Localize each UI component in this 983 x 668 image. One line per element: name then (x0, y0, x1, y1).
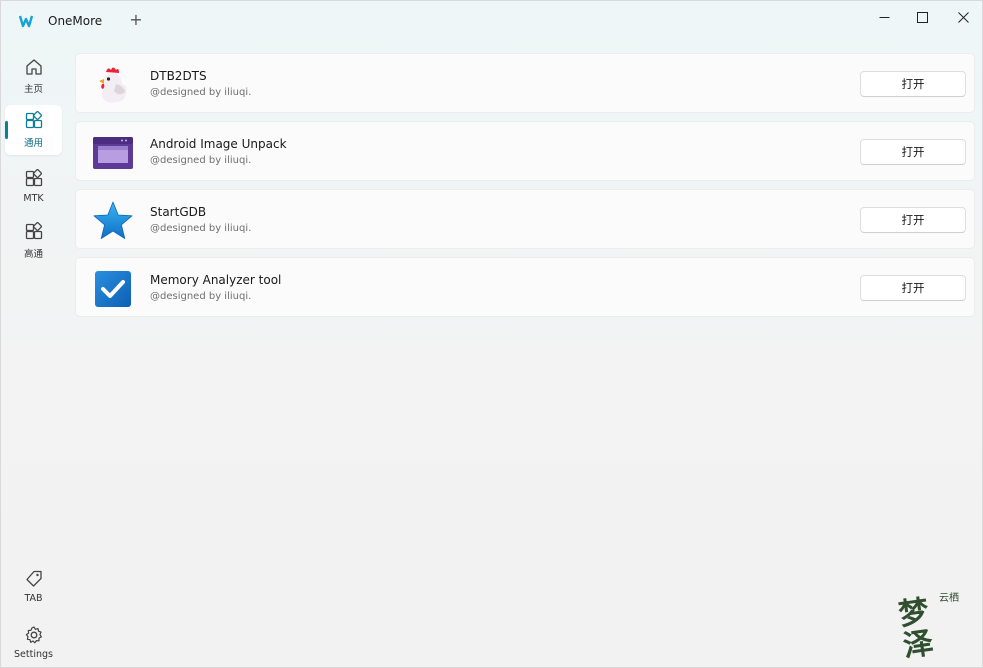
plus-icon: + (129, 10, 143, 29)
watermark-small-text: 云栖 (939, 593, 959, 604)
sidebar-item-label: TAB (24, 592, 43, 604)
title-bar: OneMore + (1, 1, 982, 41)
sidebar-item-qualcomm[interactable]: 高通 (5, 216, 62, 266)
minimize-icon (879, 16, 889, 18)
open-button[interactable]: 打开 (860, 207, 966, 233)
sidebar-item-settings[interactable]: Settings (5, 617, 62, 667)
app-title: OneMore (48, 14, 103, 28)
gear-icon (25, 625, 42, 643)
list-item: Memory Analyzer tool @designed by iliuqi… (75, 257, 975, 317)
app-window: OneMore + 主页 通用 MTK 高通 TAB Settings DTB2… (0, 0, 983, 668)
sidebar-item-label: Settings (14, 648, 53, 660)
sidebar-item-tab[interactable]: TAB (5, 561, 62, 611)
watermark-logo: 云栖 梦泽 (897, 587, 977, 664)
list-item: DTB2DTS @designed by iliuqi. 打开 (75, 53, 975, 113)
apps-icon (25, 168, 42, 186)
open-button[interactable]: 打开 (860, 275, 966, 301)
close-icon (957, 11, 969, 23)
tool-name: StartGDB (150, 205, 207, 219)
app-logo-icon (19, 15, 33, 28)
tool-name: Memory Analyzer tool (150, 273, 282, 287)
sidebar-item-general[interactable]: 通用 (5, 105, 62, 155)
sidebar: 主页 通用 MTK 高通 TAB Settings (1, 41, 67, 667)
list-item: Android Image Unpack @designed by iliuqi… (75, 121, 975, 181)
sidebar-item-mtk[interactable]: MTK (5, 161, 62, 211)
tool-name: DTB2DTS (150, 69, 207, 83)
tool-name: Android Image Unpack (150, 137, 287, 151)
checkbox-icon (95, 271, 131, 307)
new-tab-button[interactable]: + (127, 11, 145, 29)
chicken-icon (99, 67, 127, 103)
window-icon (93, 137, 133, 169)
maximize-icon (916, 11, 928, 23)
list-item: StartGDB @designed by iliuqi. 打开 (75, 189, 975, 249)
sidebar-item-label: 主页 (23, 84, 43, 95)
close-button[interactable] (941, 1, 983, 33)
sidebar-item-label: 通用 (23, 138, 43, 149)
tool-author: @designed by iliuqi. (150, 291, 252, 302)
apps-icon (25, 222, 42, 240)
sidebar-item-label: MTK (23, 192, 44, 204)
tag-icon (25, 570, 42, 587)
open-button[interactable]: 打开 (860, 71, 966, 97)
open-button[interactable]: 打开 (860, 139, 966, 165)
maximize-button[interactable] (900, 1, 944, 33)
star-icon (93, 201, 133, 239)
active-indicator (5, 121, 8, 139)
tool-author: @designed by iliuqi. (150, 223, 252, 234)
home-icon (25, 59, 42, 75)
tool-author: @designed by iliuqi. (150, 87, 252, 98)
sidebar-item-home[interactable]: 主页 (5, 51, 62, 101)
tool-author: @designed by iliuqi. (150, 155, 252, 166)
sidebar-item-label: 高通 (23, 249, 43, 260)
apps-icon (25, 111, 42, 129)
watermark-big-text: 梦泽 (896, 593, 936, 664)
